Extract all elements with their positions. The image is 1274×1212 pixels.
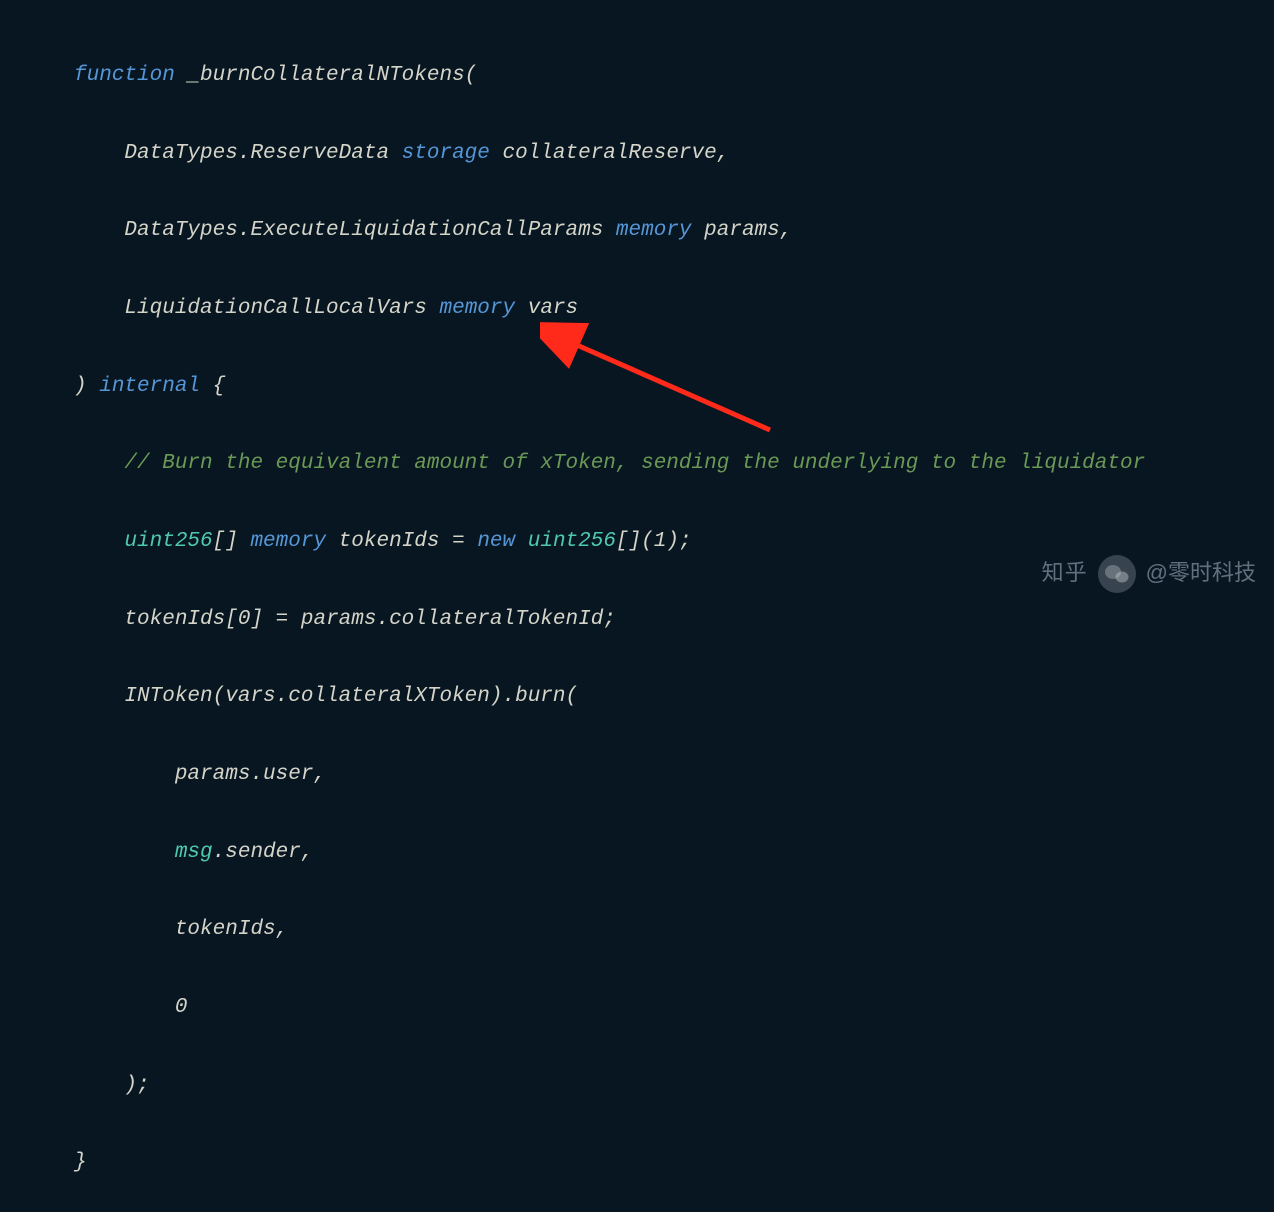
- punct: );: [666, 530, 691, 553]
- code-line: }: [74, 1144, 1274, 1183]
- keyword-storage: storage: [402, 142, 490, 165]
- code-line: msg.sender,: [74, 834, 1274, 873]
- type-uint256: uint256: [124, 530, 212, 553]
- number: 0: [175, 996, 188, 1019]
- code-line: INToken(vars.collateralXToken).burn(: [74, 678, 1274, 717]
- watermark: 知乎 @零时科技: [1042, 553, 1256, 594]
- keyword-memory: memory: [616, 219, 692, 242]
- brace: {: [200, 375, 225, 398]
- msg-global: msg: [175, 841, 213, 864]
- close-brace: }: [74, 1151, 87, 1174]
- param: params,: [692, 219, 793, 242]
- number: 1: [654, 530, 667, 553]
- arg: tokenIds,: [175, 918, 288, 941]
- keyword-new: new: [477, 530, 515, 553]
- type: DataTypes.ReserveData: [124, 142, 401, 165]
- member: .sender,: [213, 841, 314, 864]
- code-line: LiquidationCallLocalVars memory vars: [74, 290, 1274, 329]
- paren: ): [74, 375, 99, 398]
- param: vars: [515, 297, 578, 320]
- assignment: ] = params.collateralTokenId;: [250, 608, 615, 631]
- code-line: ) internal {: [74, 368, 1274, 407]
- param: collateralReserve,: [490, 142, 729, 165]
- close-call: );: [124, 1074, 149, 1097]
- code-line: // Burn the equivalent amount of xToken,…: [74, 445, 1274, 484]
- code-line: params.user,: [74, 756, 1274, 795]
- code-line: DataTypes.ExecuteLiquidationCallParams m…: [74, 212, 1274, 251]
- type: LiquidationCallLocalVars: [124, 297, 439, 320]
- brackets: [](: [616, 530, 654, 553]
- code-line: );: [74, 1067, 1274, 1106]
- code-line: function _burnCollateralNTokens(: [74, 57, 1274, 96]
- code-line: 0: [74, 989, 1274, 1028]
- code-block: function _burnCollateralNTokens( DataTyp…: [0, 0, 1274, 1212]
- code-line: tokenIds,: [74, 911, 1274, 950]
- comment: // Burn the equivalent amount of xToken,…: [124, 452, 1145, 475]
- number: 0: [238, 608, 251, 631]
- code-line: DataTypes.ReserveData storage collateral…: [74, 135, 1274, 174]
- keyword-function: function: [74, 64, 175, 87]
- type-uint256: uint256: [528, 530, 616, 553]
- keyword-memory: memory: [250, 530, 326, 553]
- wechat-icon: [1098, 555, 1136, 593]
- var-decl: tokenIds =: [326, 530, 477, 553]
- keyword-internal: internal: [99, 375, 200, 398]
- code-line: tokenIds[0] = params.collateralTokenId;: [74, 601, 1274, 640]
- keyword-memory: memory: [439, 297, 515, 320]
- fn-call: INToken(vars.collateralXToken).burn(: [124, 685, 578, 708]
- brand-watermark: @零时科技: [1146, 553, 1256, 594]
- type: DataTypes.ExecuteLiquidationCallParams: [124, 219, 615, 242]
- arg: params.user,: [175, 763, 326, 786]
- space: [515, 530, 528, 553]
- var-access: tokenIds[: [124, 608, 237, 631]
- brackets: []: [213, 530, 251, 553]
- fn-name: _burnCollateralNTokens(: [175, 64, 477, 87]
- zhihu-watermark: 知乎: [1042, 553, 1088, 594]
